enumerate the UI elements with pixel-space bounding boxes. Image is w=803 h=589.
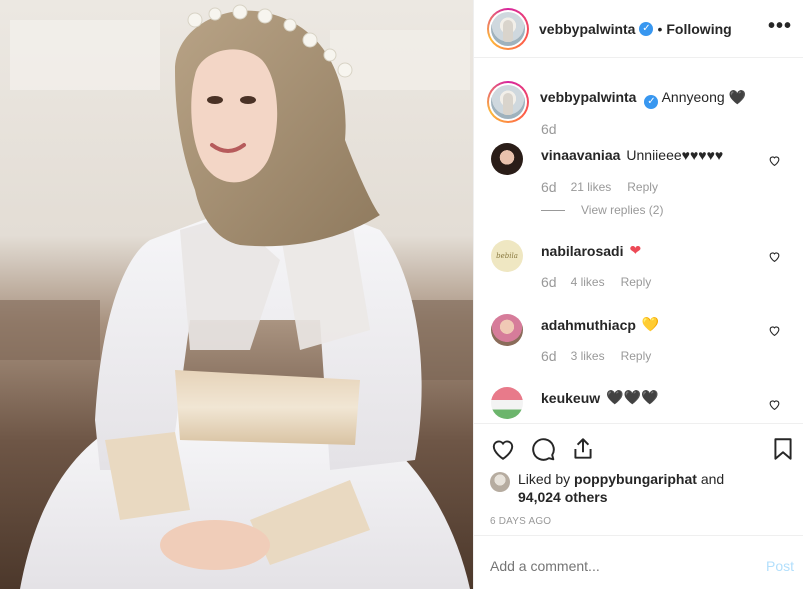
author-avatar[interactable] bbox=[487, 7, 529, 50]
post-photo[interactable] bbox=[0, 0, 473, 589]
reply-button[interactable]: Reply bbox=[621, 275, 652, 289]
caption-username[interactable]: vebbypalwinta bbox=[540, 89, 636, 105]
comment-item: nabilarosadi ❤ bbox=[541, 242, 641, 259]
author-info: vebbypalwinta ✓ • Following bbox=[539, 21, 732, 37]
share-icon[interactable] bbox=[570, 436, 596, 462]
comment-time: 6d bbox=[541, 348, 557, 364]
liked-by-connector: and bbox=[700, 471, 725, 487]
like-comment-heart-icon[interactable] bbox=[768, 398, 781, 411]
liked-by-user[interactable]: poppybungariphat bbox=[574, 471, 697, 487]
add-comment-bar: Post bbox=[474, 535, 803, 589]
caption-text: Annyeong bbox=[661, 89, 725, 105]
caption-time: 6d bbox=[541, 121, 557, 137]
comment-likes[interactable]: 3 likes bbox=[571, 349, 605, 363]
author-username[interactable]: vebbypalwinta bbox=[539, 21, 635, 37]
verified-badge-icon: ✓ bbox=[644, 95, 659, 109]
photo-illustration bbox=[0, 0, 473, 589]
save-bookmark-icon[interactable] bbox=[770, 436, 796, 462]
caption-avatar[interactable] bbox=[487, 81, 529, 123]
replies-divider bbox=[541, 209, 565, 211]
liked-by-prefix: Liked by bbox=[518, 471, 571, 487]
comment-likes[interactable]: 21 likes bbox=[571, 180, 612, 194]
view-replies-button[interactable]: View replies (2) bbox=[541, 203, 663, 217]
liker-avatar[interactable] bbox=[490, 472, 510, 492]
comment-meta: 6d 4 likes Reply bbox=[541, 274, 651, 290]
comments-list[interactable]: vebbypalwinta ✓ Annyeong 🖤 6d vinaavaniaa… bbox=[474, 59, 803, 423]
comment-username[interactable]: adahmuthiacp bbox=[541, 317, 636, 333]
verified-badge-icon: ✓ bbox=[639, 21, 654, 36]
comment-time: 6d bbox=[541, 274, 557, 290]
caption-emoji: 🖤 bbox=[728, 89, 746, 105]
comment-username[interactable]: vinaavaniaa bbox=[541, 147, 620, 163]
comment-item: vinaavaniaa Unniieee♥♥♥♥♥ bbox=[541, 147, 723, 163]
caption: vebbypalwinta ✓ Annyeong 🖤 bbox=[487, 81, 746, 123]
comment-username[interactable]: keukeuw bbox=[541, 390, 600, 406]
comment-avatar[interactable] bbox=[491, 387, 523, 419]
like-comment-heart-icon[interactable] bbox=[768, 154, 781, 167]
comment-avatar[interactable] bbox=[491, 314, 523, 346]
comment-text: 🖤🖤🖤 bbox=[606, 389, 659, 405]
like-comment-heart-icon[interactable] bbox=[768, 250, 781, 263]
like-comment-heart-icon[interactable] bbox=[768, 324, 781, 337]
yellow-heart-emoji: 💛 bbox=[641, 316, 660, 332]
like-heart-icon[interactable] bbox=[490, 436, 516, 462]
comment-bubble-icon[interactable] bbox=[530, 436, 556, 462]
reply-button[interactable]: Reply bbox=[627, 180, 658, 194]
following-button[interactable]: Following bbox=[666, 21, 731, 37]
separator-dot: • bbox=[657, 20, 663, 37]
more-options-icon[interactable]: ••• bbox=[768, 15, 792, 38]
comment-meta: 6d 3 likes Reply bbox=[541, 348, 651, 364]
comment-input[interactable] bbox=[490, 558, 730, 574]
likes-count[interactable]: 94,024 others bbox=[518, 489, 608, 505]
post-actions: Liked by poppybungariphat and 94,024 oth… bbox=[474, 423, 803, 535]
comment-username[interactable]: nabilarosadi bbox=[541, 243, 623, 259]
post-header: vebbypalwinta ✓ • Following ••• bbox=[474, 0, 803, 58]
view-replies-label: View replies (2) bbox=[581, 203, 664, 217]
comment-avatar[interactable] bbox=[491, 143, 523, 175]
comment-item: keukeuw 🖤🖤🖤 bbox=[541, 389, 658, 406]
comment-time: 6d bbox=[541, 179, 557, 195]
comment-item: adahmuthiacp 💛 bbox=[541, 316, 659, 333]
post-date[interactable]: 6 DAYS AGO bbox=[490, 516, 551, 527]
reply-button[interactable]: Reply bbox=[621, 349, 652, 363]
avatar-logo-text: bebila bbox=[496, 252, 518, 260]
liked-by: Liked by poppybungariphat and 94,024 oth… bbox=[490, 470, 724, 506]
comment-meta: 6d 21 likes Reply bbox=[541, 179, 658, 195]
red-heart-emoji: ❤ bbox=[629, 242, 642, 258]
comment-text: Unniieee♥♥♥♥♥ bbox=[626, 147, 724, 163]
post-comment-button[interactable]: Post bbox=[766, 558, 794, 574]
comment-likes[interactable]: 4 likes bbox=[571, 275, 605, 289]
comment-avatar[interactable]: bebila bbox=[491, 240, 523, 272]
post-side-panel: vebbypalwinta ✓ • Following ••• vebbypal… bbox=[473, 0, 803, 589]
